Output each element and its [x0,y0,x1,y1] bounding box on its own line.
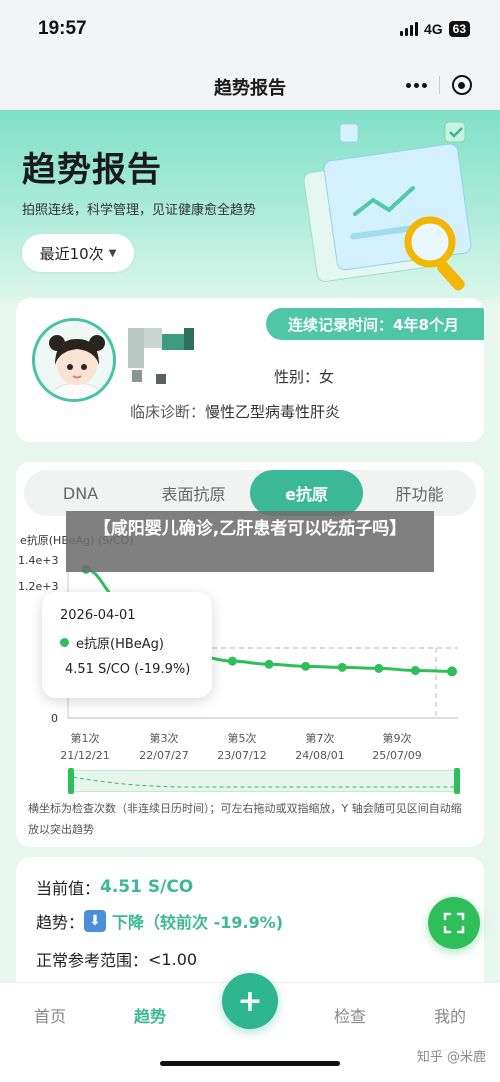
tab-check[interactable]: 检查 [310,1003,390,1027]
x-tick-1: 第1次 21/12/21 [60,732,110,762]
data-point[interactable] [337,662,347,672]
tab-dna[interactable]: DNA [24,470,137,516]
indicator-tabs: DNA 表面抗原 e抗原 肝功能 [24,470,476,516]
tab-home[interactable]: 首页 [10,1003,90,1027]
x-tick-5: 第5次 23/07/12 [217,732,267,762]
zoom-slider[interactable] [68,770,458,792]
trend-row: 趋势： ⬇ 下降（较前次 -19.9%) [36,909,283,933]
tooltip-date: 2026-04-01 [60,608,136,623]
home-indicator [160,1061,340,1066]
data-point[interactable] [374,663,384,673]
data-point[interactable] [227,656,237,666]
nav-bar: 趋势报告 [0,60,500,110]
summary-card: 当前值： 4.51 S/CO 趋势： ⬇ 下降（较前次 -19.9%) 正常参考… [16,857,484,982]
close-miniapp-icon[interactable] [439,75,484,95]
status-bar: 19:57 4G 63 [0,0,500,60]
page-title: 趋势报告 [22,150,162,190]
headline-banner: 【咸阳婴儿确诊,乙肝患者可以吃茄子吗】 [66,511,434,572]
tab-surface-antigen[interactable]: 表面抗原 [137,470,250,516]
gender-field: 性别：女 [274,368,335,386]
status-icons: 4G 63 [399,21,470,37]
profile-card: 连续记录时间： 4年8个月 性别：女 临床诊断：慢性乙型病毒性肝炎 [16,298,484,442]
status-time: 19:57 [38,18,87,39]
page-subtitle: 拍照连线，科学管理，见证健康愈全趋势 [22,203,257,218]
data-point[interactable] [410,665,420,675]
tooltip-value: 4.51 S/CO (-19.9%) [65,662,191,677]
scan-icon [443,912,465,934]
record-duration-tag: 连续记录时间： 4年8个月 [266,308,484,340]
chart-tooltip: 2026-04-01 e抗原(HBeAg) 4.51 S/CO (-19.9%) [42,592,212,698]
data-point[interactable] [264,659,274,669]
watermark: 知乎 @米鹿 [416,1050,486,1065]
report-illustration-icon [303,121,472,291]
series-dot-icon [60,638,69,647]
axis-note: 横坐标为检查次数（非连续日历时间）；可左右拖动或双指缩放，Y 轴会随可见区间自动… [28,802,462,836]
x-tick-3: 第3次 22/07/27 [139,732,189,762]
zoom-handle-left[interactable] [68,768,74,794]
zoom-handle-right[interactable] [454,768,460,794]
signal-icon [399,22,418,36]
add-record-button[interactable]: + [222,973,278,1029]
hero-header: 趋势报告 拍照连线，科学管理，见证健康愈全趋势 最近10次 ▼ [0,110,500,300]
x-tick-7: 第7次 24/08/01 [295,732,345,762]
data-point[interactable] [447,666,457,677]
tab-liver-function[interactable]: 肝功能 [363,470,476,516]
data-point[interactable] [301,661,311,671]
tooltip-series: e抗原(HBeAg) [60,633,212,652]
range-selector[interactable]: 最近10次 ▼ [22,234,134,272]
current-value-row: 当前值： 4.51 S/CO [36,877,194,898]
miniapp-capsule [394,68,484,102]
tab-mine[interactable]: 我的 [410,1003,490,1027]
caret-down-icon: ▼ [108,247,117,259]
tab-e-antigen[interactable]: e抗原 [250,470,363,516]
diagnosis-field: 临床诊断：慢性乙型病毒性肝炎 [130,403,341,421]
x-tick-9: 第9次 25/07/09 [372,732,422,762]
network-type: 4G [423,21,443,37]
arrow-down-icon: ⬇ [84,910,107,932]
avatar [32,318,116,402]
tab-trend[interactable]: 趋势 [110,1003,190,1027]
range-label: 最近10次 [39,244,104,263]
scan-button[interactable] [428,897,480,949]
bottom-tab-bar: 首页 趋势 + 检查 我的 [0,973,500,1082]
reference-range-row: 正常参考范围： <1.00 [36,949,198,971]
battery-icon: 63 [448,21,470,37]
more-icon[interactable] [394,82,439,88]
